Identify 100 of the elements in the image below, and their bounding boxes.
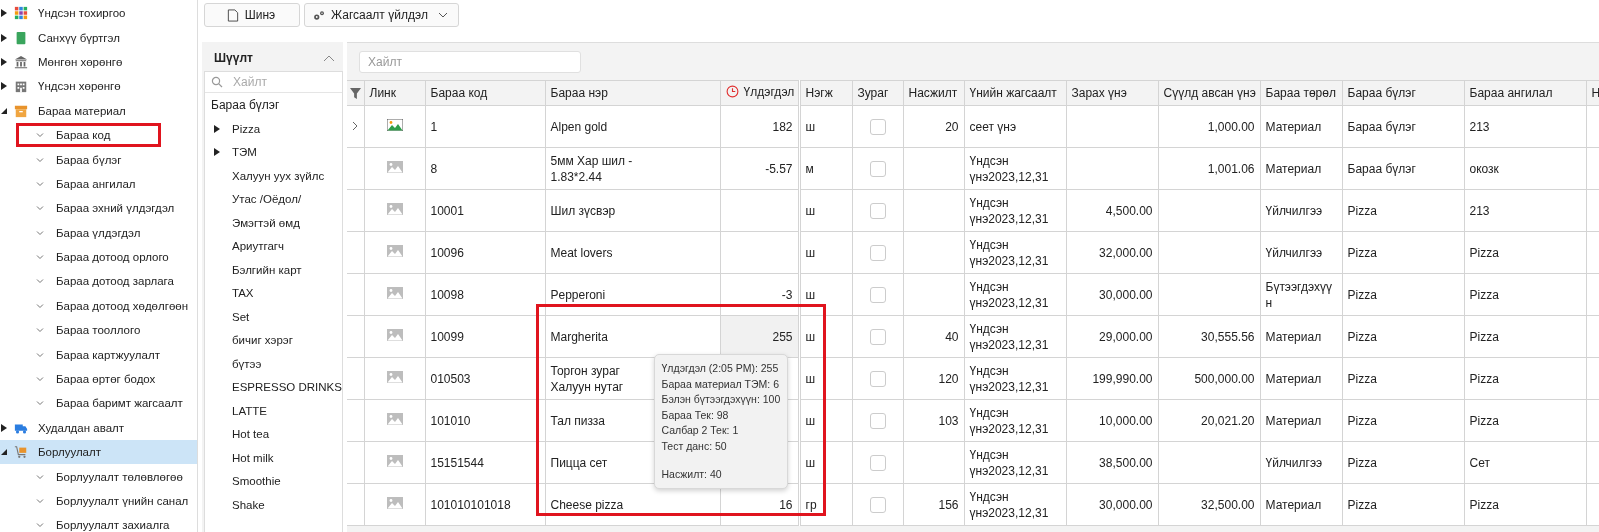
table-cell: Үндсэн үнэ2023,12,31 (964, 273, 1066, 316)
column-header[interactable]: Бараа ангилал (1464, 80, 1586, 106)
sidebar-subitem[interactable]: Бараа картжуулалт (0, 342, 197, 367)
filter-item[interactable]: Set (205, 305, 342, 329)
image-icon[interactable] (386, 454, 403, 467)
chevron-down-icon (36, 351, 44, 358)
sidebar-subitem[interactable]: Борлуулалт захиалга (0, 513, 197, 532)
table-cell: 8 (425, 147, 545, 190)
expand-triangle-icon[interactable] (0, 57, 8, 66)
sidebar-item[interactable]: Үндсэн хөрөнгө (0, 74, 197, 99)
checkbox[interactable] (869, 160, 886, 177)
image-icon[interactable] (386, 286, 403, 299)
column-header[interactable]: Сүүлд авсан үнэ (1158, 80, 1260, 106)
filter-item[interactable]: бичиг хэрэг (205, 328, 342, 352)
column-header[interactable]: Үнийн жагсаалт (964, 80, 1066, 106)
column-header[interactable]: Насжилт (903, 80, 964, 106)
table-cell: 10001 (425, 189, 545, 232)
filter-item[interactable]: LATTE (205, 399, 342, 423)
table-cell: Pizza (1342, 273, 1464, 316)
expand-triangle-icon[interactable] (0, 448, 8, 457)
filter-item[interactable]: ESPRESSO DRINKS (205, 375, 342, 399)
sidebar-subitem[interactable]: Бараа тооллого (0, 318, 197, 343)
sidebar-subitem[interactable]: Бараа бүлэг (0, 147, 197, 172)
column-header[interactable]: Зураг (852, 80, 903, 106)
column-header[interactable]: Линк (364, 80, 425, 106)
filter-icon[interactable] (349, 87, 361, 99)
column-header[interactable]: Үлдэгдэл (720, 80, 799, 106)
expand-triangle-icon[interactable] (0, 33, 8, 42)
table-cell: 156 (903, 483, 964, 526)
sidebar-subitem[interactable]: Бараа үлдэгдэл (0, 220, 197, 245)
image-icon[interactable] (386, 160, 403, 173)
sidebar-subitem[interactable]: Бараа код (16, 122, 161, 148)
sidebar-subitem[interactable]: Бараа дотоод зарлага (0, 269, 197, 294)
checkbox[interactable] (869, 202, 886, 219)
filter-item[interactable]: TAX (205, 281, 342, 305)
expand-chevron-icon[interactable] (352, 120, 359, 131)
table-search-field[interactable]: Хайлт (359, 50, 581, 73)
filter-item[interactable]: Бэлгийн карт (205, 258, 342, 282)
sidebar-subitem[interactable]: Бараа дотоод орлого (0, 244, 197, 270)
table-cell: Үндсэн үнэ2023,12,31 (964, 231, 1066, 274)
column-header[interactable]: Бараа нэр (545, 80, 720, 106)
filter-item[interactable]: Hot milk (205, 446, 342, 470)
image-icon[interactable] (386, 496, 403, 509)
filter-item[interactable]: Shake (205, 493, 342, 517)
sidebar-item[interactable]: Мөнгөн хөрөнгө (0, 49, 197, 75)
filter-item[interactable]: Ариутгагч (205, 234, 342, 258)
sidebar-item[interactable]: Борлуулалт (0, 440, 197, 465)
checkbox[interactable] (869, 496, 886, 513)
sidebar-item[interactable]: Үндсэн тохиргоо (0, 1, 197, 26)
table-cell: Бараа бүлэг (1342, 105, 1464, 148)
sidebar-item[interactable]: Бараа материал (0, 98, 197, 123)
filter-item[interactable]: Халуун уух зүйлс (205, 164, 342, 188)
image-icon[interactable] (386, 328, 403, 341)
sidebar-subitem[interactable]: Бараа эхний үлдэгдэл (0, 196, 197, 221)
checkbox[interactable] (869, 244, 886, 261)
sidebar-subitem[interactable]: Бараа баримт жагсаалт (0, 391, 197, 416)
sidebar-subitem[interactable]: Бараа ангилал (0, 171, 197, 197)
expand-triangle-icon[interactable] (0, 82, 8, 91)
filter-item[interactable]: бүтээ (205, 352, 342, 376)
filter-item[interactable]: Pizza (205, 117, 342, 141)
sidebar-subitem[interactable]: Борлуулалт үнийн санал (0, 488, 197, 514)
sidebar-subitem[interactable]: Борлуулалт төлөвлөгөө (0, 464, 197, 489)
column-header[interactable]: Бараа бүлэг (1342, 80, 1464, 106)
column-header[interactable]: Зарах үнэ (1066, 80, 1158, 106)
expand-triangle-icon[interactable] (213, 124, 221, 133)
table-cell: 32,000.00 (1066, 231, 1158, 274)
checkbox[interactable] (869, 286, 886, 303)
checkbox[interactable] (869, 454, 886, 471)
cart-icon (14, 445, 28, 460)
column-header[interactable]: Нэгж (799, 80, 852, 106)
column-header[interactable]: Бараа код (425, 80, 545, 106)
filter-item[interactable]: Smoothie (205, 469, 342, 493)
column-header[interactable]: Бараа төрөл (1260, 80, 1342, 106)
sidebar-item[interactable]: Санхүү бүртгэл (0, 25, 197, 50)
filter-item[interactable]: Утас /Оёдол/ (205, 187, 342, 211)
filter-item[interactable]: Эмэгтэй өмд (205, 211, 342, 235)
expand-triangle-icon[interactable] (0, 9, 8, 18)
sidebar-subitem[interactable]: Бараа дотоод хөдөлгөөн (0, 293, 197, 319)
image-icon[interactable] (386, 118, 403, 131)
tooltip-line: Үлдэгдэл (2:05 PM): 255 (661, 361, 780, 376)
image-icon[interactable] (386, 412, 403, 425)
filter-item[interactable]: Hot tea (205, 422, 342, 446)
checkbox[interactable] (869, 370, 886, 387)
expand-triangle-icon[interactable] (0, 423, 8, 432)
image-icon[interactable] (386, 370, 403, 383)
filter-item[interactable]: ТЭМ (205, 140, 342, 164)
checkbox[interactable] (869, 328, 886, 345)
expand-triangle-icon[interactable] (0, 106, 8, 115)
collapse-chevron-icon[interactable] (323, 54, 335, 62)
sidebar-subitem[interactable]: Бараа өртөг бодох (0, 366, 197, 392)
checkbox[interactable] (869, 118, 886, 135)
expand-triangle-icon[interactable] (213, 148, 221, 157)
checkbox[interactable] (869, 412, 886, 429)
image-icon[interactable] (386, 202, 403, 215)
image-icon[interactable] (386, 244, 403, 257)
chevron-down-icon (36, 205, 44, 212)
sidebar-item[interactable]: Худалдан авалт (0, 415, 197, 441)
table-cell: сеет үнэ (964, 105, 1066, 148)
new-button[interactable]: Шинэ (204, 3, 300, 27)
list-actions-button[interactable]: Жагсаалт үйлдэл (304, 3, 459, 27)
